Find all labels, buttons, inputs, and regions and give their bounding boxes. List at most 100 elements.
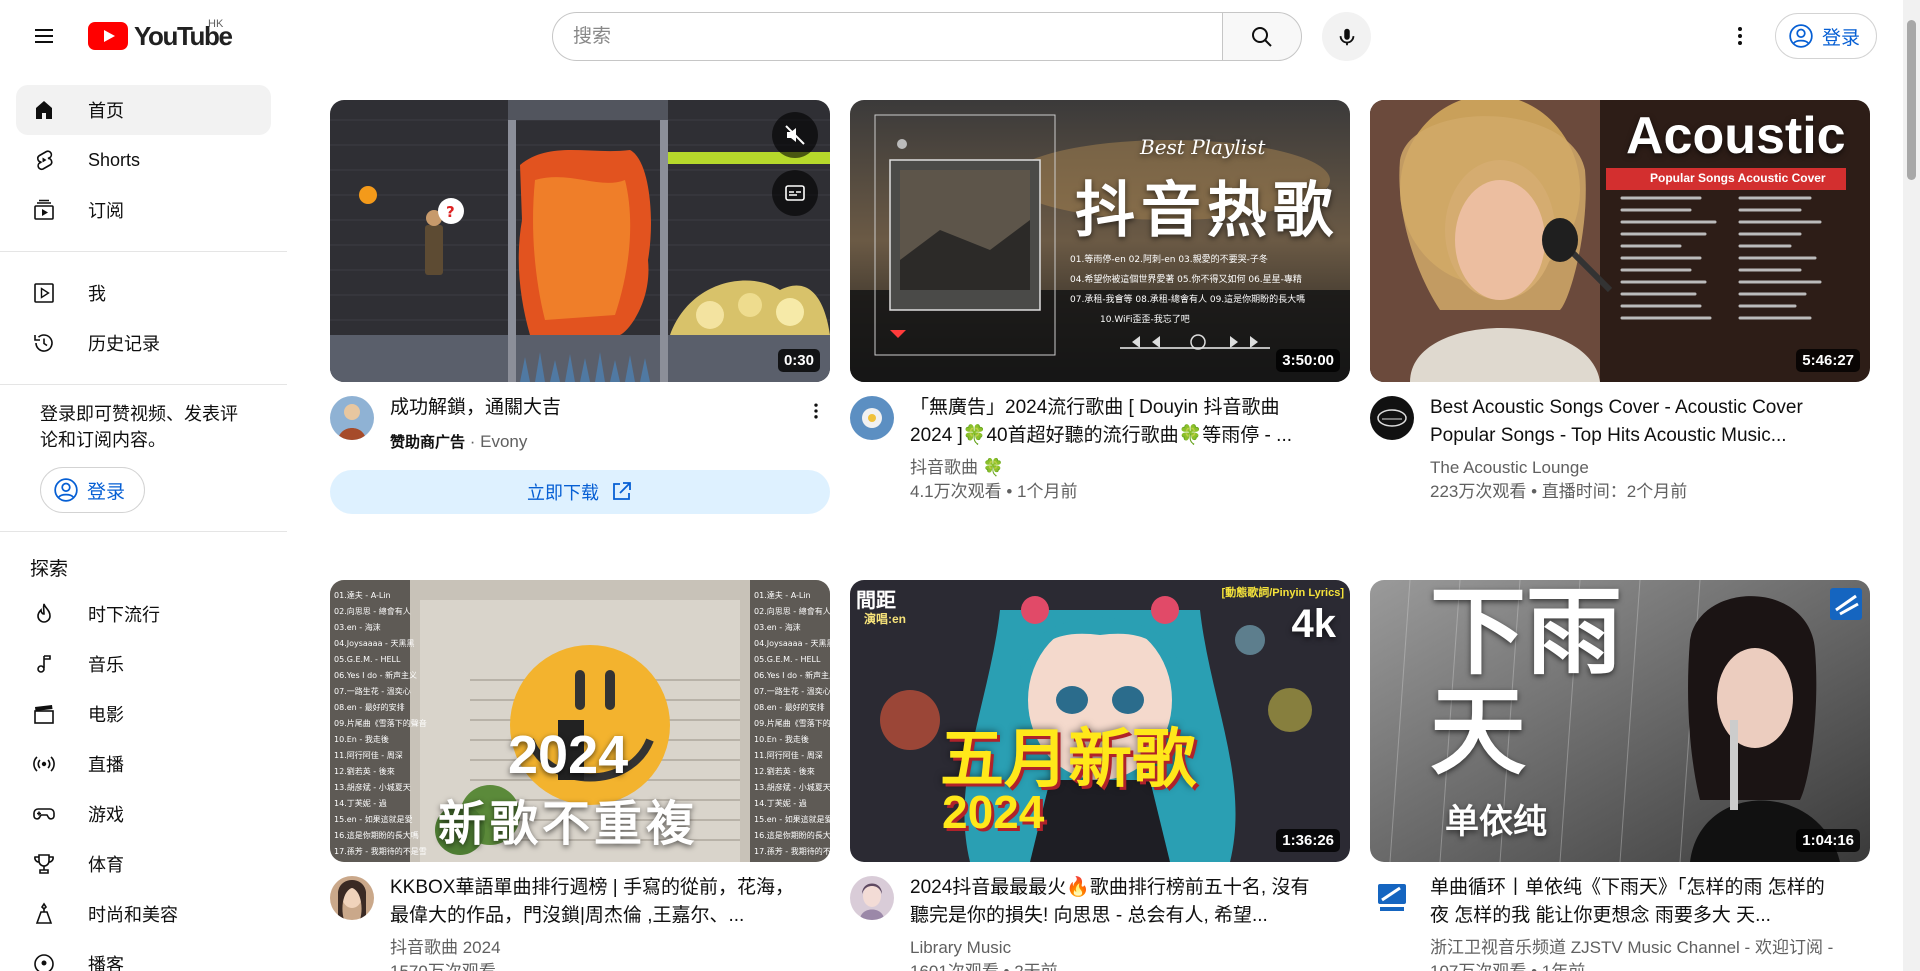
sidebar-item-podcasts[interactable]: 播客 [16,939,271,971]
video-title[interactable]: 「無廣告」2024流行歌曲 [ Douyin 抖音歌曲2024 ]🍀40首超好聽… [910,394,1320,450]
video-thumbnail[interactable]: 01.等雨停-en 02.阿刺-en 03.親愛的不要哭-子冬 04.希望你被這… [850,100,1350,382]
video-duration: 1:36:26 [1276,829,1340,852]
video-thumbnail[interactable]: 間距 演唱:en [動態歌詞/Pinyin Lyrics] 4k 五月新歌 20… [850,580,1350,862]
svg-text:15.en - 如果這就是愛: 15.en - 如果這就是愛 [334,814,413,824]
svg-text:10.En - 我走後: 10.En - 我走後 [334,734,389,744]
sidebar-item-subscriptions[interactable]: 订阅 [16,185,271,235]
video-thumbnail[interactable]: ? 0:30 [330,100,830,382]
sidebar-divider [0,531,287,532]
sidebar-item-live[interactable]: 直播 [16,739,271,789]
search-button[interactable] [1222,12,1302,61]
mute-button[interactable] [772,112,818,158]
video-title[interactable]: 单曲循环丨单依纯《下雨天》「怎样的雨 怎样的夜 怎样的我 能让你更想念 雨要多大… [1430,874,1840,930]
svg-text:16.這是你期盼的長大嗎: 16.這是你期盼的長大嗎 [334,830,419,840]
signin-label: 登录 [1822,27,1861,49]
ad-download-button[interactable]: 立即下载 [330,470,830,514]
video-stats: 1570万次观看 [390,960,496,971]
svg-text:10.En - 我走後: 10.En - 我走後 [754,734,809,744]
video-title[interactable]: 2024抖音最最最火🔥歌曲排行榜前五十名, 沒有聽完是你的損失! 向思思 - 总… [910,874,1320,930]
advertiser-name[interactable]: Evony [480,432,527,451]
channel-name[interactable]: 抖音歌曲 2024 [390,936,501,960]
captions-button[interactable] [772,170,818,216]
subscriptions-icon [30,196,58,224]
live-icon [30,750,58,778]
masthead: YouTube HK 登录 [0,0,1920,71]
video-duration: 5:46:27 [1796,349,1860,372]
scrollbar-thumb[interactable] [1907,20,1916,180]
history-icon [30,329,58,357]
svg-text:01.達夫 - A-Lin: 01.達夫 - A-Lin [754,590,811,600]
thumbnail-corner-subtitle: 演唱:en [864,612,907,626]
separator-dot: · [469,432,481,451]
video-thumbnail[interactable]: Acoustic Popular Songs Acoustic Cover 5:… [1370,100,1870,382]
sidebar-item-music[interactable]: 音乐 [16,639,271,689]
sidebar-divider [0,384,287,385]
svg-text:17.孫芳 - 我期待的不是雪: 17.孫芳 - 我期待的不是雪 [334,846,427,856]
video-title[interactable]: 成功解鎖，通關大吉 [390,394,800,422]
svg-text:14.丁芙妮 - 過: 14.丁芙妮 - 過 [754,798,807,808]
sidebar-item-home[interactable]: 首页 [16,85,271,135]
thumbnail-title: 抖音热歌 [1075,176,1339,246]
svg-text:04.Joysaaaa - 天黑黑: 04.Joysaaaa - 天黑黑 [334,639,414,648]
video-title[interactable]: Best Acoustic Songs Cover - Acoustic Cov… [1430,394,1840,450]
channel-avatar[interactable] [330,876,374,920]
thumbnail-corner-title: 間距 [856,590,896,612]
music-icon [30,650,58,678]
sidebar-item-movies[interactable]: 电影 [16,689,271,739]
search-icon [1252,26,1272,47]
captions-icon [785,185,805,201]
video-thumbnail[interactable]: 下雨天 单依纯 1:04:16 [1370,580,1870,862]
sidebar-item-sports[interactable]: 体育 [16,839,271,889]
account-circle-icon [1789,24,1813,48]
volume-off-icon [785,125,805,145]
microphone-icon [1339,28,1354,45]
sidebar-item-label: 首页 [88,101,124,121]
svg-text:16.這是你期盼的長大嗎: 16.這是你期盼的長大嗎 [754,830,830,840]
sidebar-item-you[interactable]: 我 [16,268,271,318]
video-duration: 0:30 [777,349,820,372]
menu-button[interactable] [24,16,64,56]
video-title[interactable]: KKBOX華語單曲排行週榜 | 手寫的從前，花海，最偉大的作品，門沒鎖|周杰倫 … [390,874,800,930]
sidebar-item-shorts[interactable]: Shorts [16,135,271,185]
channel-name[interactable]: 抖音歌曲 🍀 [910,456,1004,480]
download-label: 立即下载 [527,483,599,503]
sidebar-item-label: 订阅 [88,201,124,221]
video-menu-button[interactable] [804,398,828,424]
signin-label: 登录 [87,481,126,503]
more-vertical-icon [814,403,818,419]
video-duration: 3:50:00 [1276,349,1340,372]
svg-text:11.阿行阿佳 - 周深: 11.阿行阿佳 - 周深 [334,750,403,760]
channel-name[interactable]: 浙江卫视音乐频道 ZJSTV Music Channel - 欢迎订阅 - [1430,936,1833,960]
channel-name[interactable]: The Acoustic Lounge [1430,456,1589,480]
you-icon [30,279,58,307]
svg-text:11.阿行阿佳 - 周深: 11.阿行阿佳 - 周深 [754,750,823,760]
video-stats: 223万次观看 • 直播时间：2个月前 [1430,482,1688,501]
sidebar-item-label: 历史记录 [88,334,160,354]
channel-avatar[interactable] [1370,876,1414,920]
channel-name[interactable]: Library Music [910,936,1011,960]
sidebar: 首页 Shorts 订阅 我 历史记录 登录即可赞视频、发表评论和订阅内容。 登… [0,71,287,971]
page-scrollbar[interactable] [1903,0,1920,971]
home-icon [30,96,58,124]
sidebar-signin-button[interactable]: 登录 [40,467,145,513]
svg-text:02.向思思 - 總會有人: 02.向思思 - 總會有人 [334,606,411,616]
sidebar-item-label: 音乐 [88,655,124,675]
sidebar-item-gaming[interactable]: 游戏 [16,789,271,839]
svg-text:03.en - 海沫: 03.en - 海沫 [334,622,381,632]
channel-avatar[interactable] [330,396,374,440]
sidebar-item-fashion[interactable]: 时尚和美容 [16,889,271,939]
voice-search-button[interactable] [1322,12,1371,61]
sidebar-item-label: 电影 [88,705,124,725]
channel-avatar[interactable] [850,876,894,920]
thumbnail-subtitle: 单依纯 [1445,803,1547,841]
settings-menu-button[interactable] [1720,16,1760,56]
channel-avatar[interactable] [850,396,894,440]
video-thumbnail[interactable]: 01.達夫 - A-Lin 02.向思思 - 總會有人 03.en - 海沫 04.J… [330,580,830,862]
fashion-icon [30,900,58,928]
channel-avatar[interactable] [1370,396,1414,440]
search-input[interactable] [552,12,1222,61]
sidebar-item-history[interactable]: 历史记录 [16,318,271,368]
signin-button[interactable]: 登录 [1775,13,1878,59]
sidebar-item-trending[interactable]: 时下流行 [16,589,271,639]
sidebar-item-label: 我 [88,284,106,304]
